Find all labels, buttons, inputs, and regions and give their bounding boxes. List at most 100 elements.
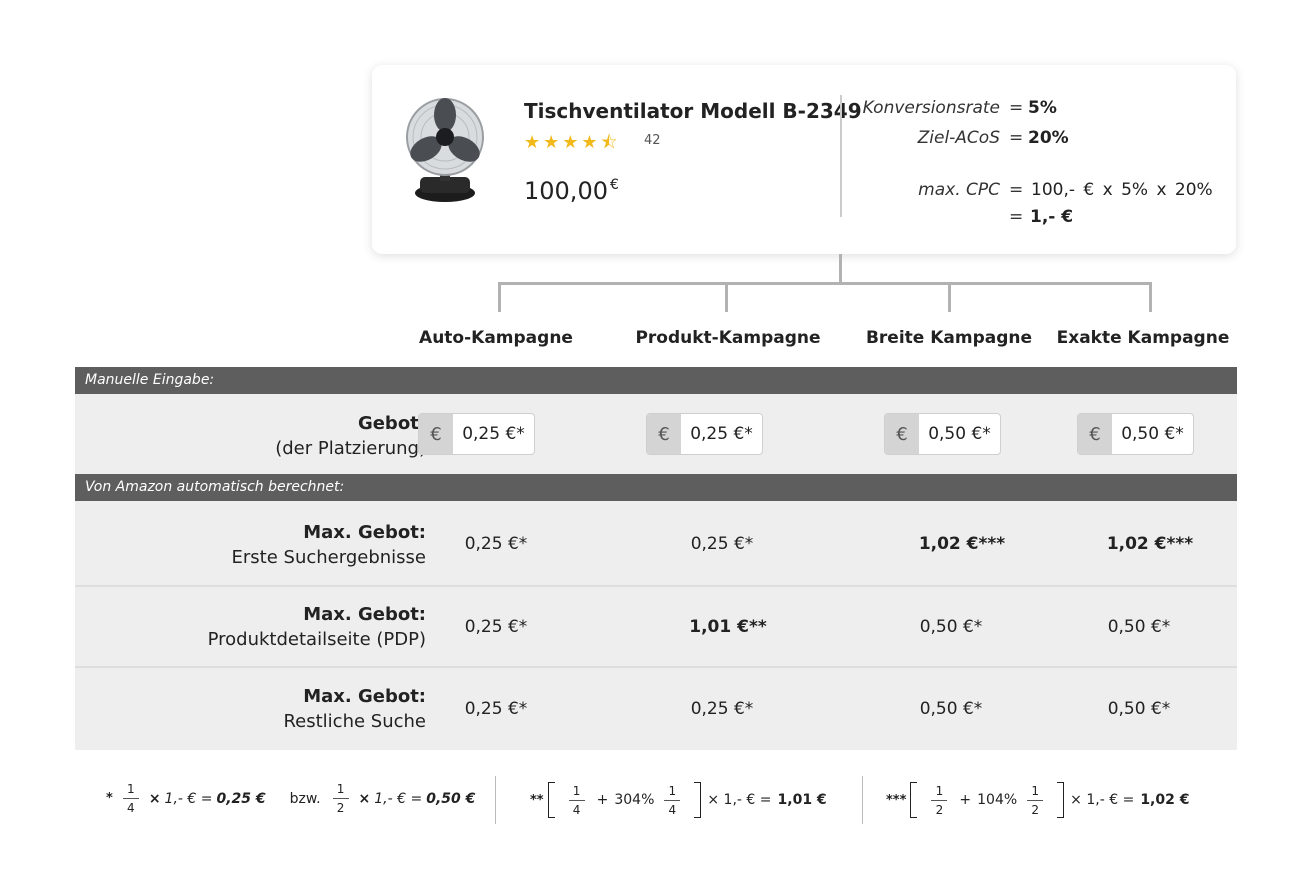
numerator: 1 bbox=[668, 783, 677, 798]
table-cell: 0,50 €* bbox=[1107, 617, 1171, 637]
footnote-divider bbox=[862, 776, 863, 824]
table-cell: 0,50 €* bbox=[919, 699, 983, 719]
bid-row-label: Gebot: (der Platzierung) bbox=[275, 411, 426, 461]
euro-icon: € bbox=[647, 414, 681, 454]
table-cell: 0,25 €* bbox=[690, 534, 754, 554]
table-cell: 0,50 €* bbox=[919, 617, 983, 637]
conversion-equals: = bbox=[1009, 98, 1024, 118]
footnote-mark: * bbox=[106, 791, 113, 806]
table-cell: 0,25 €* bbox=[464, 699, 528, 719]
bid-input-value[interactable]: 0,25 €* bbox=[681, 414, 762, 454]
footnote-tail: × 1,- € = bbox=[1070, 792, 1135, 808]
product-card: Tischventilator Modell B-2349 ★★★★⯪ 42 1… bbox=[372, 65, 1236, 254]
fraction: 12 bbox=[332, 782, 349, 815]
numerator: 1 bbox=[1031, 783, 1039, 798]
table-cell: 1,02 €*** bbox=[1106, 534, 1194, 554]
footnote-divider bbox=[495, 776, 496, 824]
denominator: 2 bbox=[336, 801, 345, 815]
cpc-label: max. CPC bbox=[918, 180, 1000, 200]
denominator: 4 bbox=[572, 802, 581, 817]
column-header-auto: Auto-Kampagne bbox=[419, 328, 573, 348]
fraction: 14 bbox=[122, 782, 139, 815]
column-header-exact: Exakte Kampagne bbox=[1056, 328, 1230, 348]
fraction: 14 bbox=[664, 783, 681, 817]
product-title[interactable]: Tischventilator Modell B-2349 bbox=[524, 99, 862, 123]
row-divider bbox=[75, 666, 1237, 668]
acos-label: Ziel-ACoS bbox=[917, 128, 1000, 148]
fraction: 14 bbox=[568, 783, 585, 817]
plus-sign: + bbox=[959, 792, 972, 808]
fraction: 12 bbox=[931, 783, 948, 817]
numerator: 1 bbox=[572, 783, 581, 798]
table-cell: 1,01 €** bbox=[689, 617, 767, 637]
section-manual-band: Manuelle Eingabe: bbox=[75, 367, 1237, 394]
footnote-bzw: bzw. bbox=[289, 790, 321, 807]
cpc-equals-2: = bbox=[1009, 207, 1024, 227]
tree-drop-product bbox=[725, 282, 728, 312]
bid-input-exact[interactable]: € 0,50 €* bbox=[1077, 413, 1194, 455]
euro-icon: € bbox=[419, 414, 453, 454]
euro-icon: € bbox=[1078, 414, 1112, 454]
footnote-3: *** 12 + 104% 12 × 1,- € = 1,02 € bbox=[886, 782, 1189, 818]
denominator: 4 bbox=[126, 801, 135, 815]
bracket-left bbox=[910, 782, 918, 818]
column-header-broad: Breite Kampagne bbox=[865, 328, 1033, 348]
footnote-percent: 104% bbox=[977, 792, 1018, 808]
bid-input-broad[interactable]: € 0,50 €* bbox=[884, 413, 1001, 455]
table-cell: 0,25 €* bbox=[464, 534, 528, 554]
tree-drop-auto bbox=[498, 282, 501, 312]
section-auto-band: Von Amazon automatisch berechnet: bbox=[75, 474, 1237, 501]
numerator: 1 bbox=[336, 782, 345, 796]
bid-input-value[interactable]: 0,50 €* bbox=[1112, 414, 1193, 454]
footnote-result: 0,50 € bbox=[426, 790, 476, 807]
footnote-mark: *** bbox=[886, 792, 907, 808]
euro-icon: € bbox=[885, 414, 919, 454]
footnote-2: ** 14 + 304% 14 × 1,- € = 1,01 € bbox=[530, 782, 827, 818]
footnote-result: 0,25 € bbox=[216, 790, 266, 807]
tree-trunk-line bbox=[839, 254, 842, 284]
price-value: 100,00 bbox=[524, 177, 608, 205]
table-cell: 1,02 €*** bbox=[918, 534, 1006, 554]
acos-value: 20% bbox=[1028, 128, 1069, 148]
conversion-value: 5% bbox=[1028, 98, 1057, 118]
denominator: 4 bbox=[668, 802, 677, 817]
rating-stars-icon: ★★★★⯪ bbox=[524, 132, 621, 153]
conversion-label: Konversionsrate bbox=[862, 98, 1000, 118]
cpc-result: 1,- € bbox=[1030, 207, 1074, 227]
table-cell: 0,25 €* bbox=[690, 699, 754, 719]
plus-sign: + bbox=[596, 792, 609, 808]
bid-input-value[interactable]: 0,50 €* bbox=[919, 414, 1000, 454]
fan-product-image bbox=[406, 98, 484, 202]
tree-drop-broad bbox=[948, 282, 951, 312]
footnote-mark: ** bbox=[530, 792, 544, 808]
numerator: 1 bbox=[126, 782, 135, 796]
times-sign: × bbox=[358, 790, 371, 807]
cpc-equals: = bbox=[1009, 180, 1024, 200]
column-header-product: Produkt-Kampagne bbox=[635, 328, 821, 348]
row-divider bbox=[75, 585, 1237, 587]
footnote-base: 1,- € = bbox=[164, 790, 213, 807]
denominator: 2 bbox=[935, 802, 944, 817]
bid-input-value[interactable]: 0,25 €* bbox=[453, 414, 534, 454]
bid-input-product[interactable]: € 0,25 €* bbox=[646, 413, 763, 455]
tree-drop-exact bbox=[1149, 282, 1152, 312]
bracket-right bbox=[694, 782, 702, 818]
times-sign: × bbox=[148, 790, 161, 807]
bid-label-sub: (der Platzierung) bbox=[275, 438, 426, 459]
table-cell: 0,25 €* bbox=[464, 617, 528, 637]
acos-equals: = bbox=[1009, 128, 1024, 148]
bid-input-auto[interactable]: € 0,25 €* bbox=[418, 413, 535, 455]
footnote-base: 1,- € = bbox=[374, 790, 423, 807]
bid-label-bold: Gebot: bbox=[357, 413, 426, 434]
bracket-left bbox=[547, 782, 555, 818]
cpc-expression: 100,- € x 5% x 20% bbox=[1031, 180, 1213, 200]
numerator: 1 bbox=[935, 783, 944, 798]
rating-count: 42 bbox=[644, 133, 661, 148]
footnote-tail: × 1,- € = bbox=[707, 792, 772, 808]
tree-branch-line bbox=[498, 282, 1152, 285]
product-price: 100,00 € bbox=[524, 177, 619, 205]
table-cell: 0,50 €* bbox=[1107, 699, 1171, 719]
footnote-percent: 304% bbox=[614, 792, 655, 808]
footnote-1: * 14 × 1,- € = 0,25 € bzw. 12 × 1,- € = … bbox=[106, 782, 475, 815]
denominator: 2 bbox=[1031, 802, 1039, 817]
